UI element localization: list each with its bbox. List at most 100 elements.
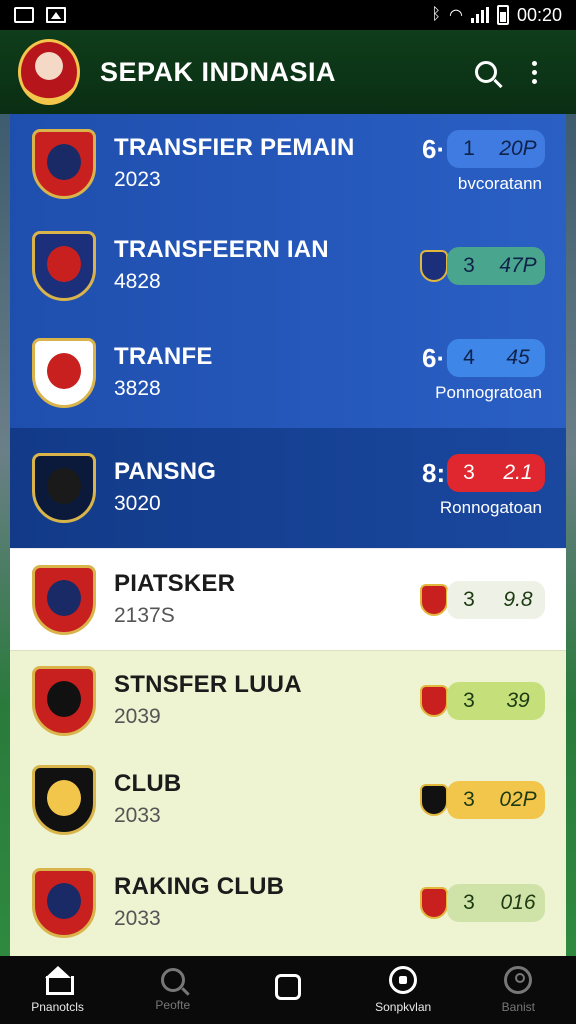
nav-football[interactable]: Sonpkvlan <box>348 966 458 1014</box>
status-time: 00:20 <box>516 4 562 25</box>
mini-crest-icon <box>420 784 448 816</box>
row-subtitle: bvcoratann <box>457 174 542 193</box>
nav-label: Pnanotcls <box>31 1000 84 1014</box>
score-pill[interactable]: 3 47P <box>447 247 545 285</box>
score-left: 3 <box>463 254 475 277</box>
search-icon <box>475 61 497 83</box>
score-right: 47P <box>499 254 537 277</box>
mini-crest-icon <box>420 685 448 717</box>
club-year: 3020 <box>114 492 161 515</box>
score-pill[interactable]: 3 016 <box>447 884 545 922</box>
mini-crest-icon <box>420 584 448 616</box>
score-right: 2.1 <box>503 461 533 484</box>
club-year: 2039 <box>114 705 161 728</box>
more-options-button[interactable] <box>510 48 558 96</box>
score-pill[interactable]: 3 9.8 <box>447 581 545 619</box>
search-icon <box>160 968 185 992</box>
nav-search[interactable]: Peofte <box>118 968 228 1012</box>
ranking-row[interactable]: TRANSFIER PEMAIN 2023 6· 1 20P bvcoratann <box>10 114 566 214</box>
mini-crest-icon <box>420 250 448 282</box>
club-crest-icon <box>32 765 96 835</box>
club-name: STNSFER LUUA <box>114 671 302 698</box>
ranking-row[interactable]: TRANFE 3828 6· 4 45 Ponnogratoan <box>10 318 566 428</box>
nav-home[interactable]: Pnanotcls <box>3 966 113 1014</box>
club-crest-icon <box>32 338 96 408</box>
score-pill[interactable]: 1 20P <box>447 130 545 168</box>
score-left: 3 <box>463 891 475 914</box>
stadium-background <box>0 114 10 956</box>
club-crest-icon <box>32 129 96 199</box>
score-left: 1 <box>463 137 475 160</box>
club-crest-icon <box>32 565 96 635</box>
score-right: 9.8 <box>503 588 533 611</box>
football-icon <box>389 966 418 994</box>
ranking-row[interactable]: CLUB 2033 3 02P <box>10 750 566 850</box>
rank-number: 6· <box>422 343 446 373</box>
club-name: TRANSFEERN IAN <box>114 236 329 263</box>
score-left: 3 <box>463 461 475 484</box>
ranking-row[interactable]: PIATSKER 2137S 3 9.8 <box>10 548 566 650</box>
club-year: 2023 <box>114 168 161 191</box>
club-name: PANSNG <box>114 458 217 485</box>
ranking-row[interactable]: STNSFER LUUA 2039 3 39 <box>10 650 566 750</box>
club-name: TRANFE <box>114 343 213 370</box>
row-subtitle: Ronnogatoan <box>439 498 542 517</box>
ranking-list: TRANSFIER PEMAIN 2023 6· 1 20P bvcoratann TRAN… <box>0 114 576 956</box>
score-right: 39 <box>506 689 530 712</box>
more-vert-icon <box>531 60 537 84</box>
score-left: 3 <box>463 788 475 811</box>
score-pill[interactable]: 3 39 <box>447 682 545 720</box>
row-subtitle: Ponnogratoan <box>435 383 542 402</box>
club-name: CLUB <box>114 770 182 797</box>
club-crest-icon <box>32 453 96 523</box>
ranking-row[interactable]: TRANSFEERN IAN 4828 3 47P <box>10 214 566 318</box>
score-left: 3 <box>463 689 475 712</box>
score-right: 20P <box>499 137 537 160</box>
score-right: 02P <box>499 788 537 811</box>
score-left: 3 <box>463 588 475 611</box>
club-year: 3828 <box>114 377 161 400</box>
club-name: PIATSKER <box>114 570 236 597</box>
rank-number: 6· <box>422 134 446 164</box>
nav-label: Peofte <box>155 998 191 1012</box>
nav-label: Sonpkvlan <box>375 1000 432 1014</box>
nav-profile[interactable]: Banist <box>463 966 573 1014</box>
ranking-row[interactable]: RAKING CLUB 2033 3 016 <box>10 850 566 956</box>
score-pill[interactable]: 3 2.1 <box>447 454 545 492</box>
app-bar: SEPAK INDNASIA <box>0 30 576 114</box>
home-icon <box>43 966 74 995</box>
mini-crest-icon <box>420 887 448 919</box>
signal-icon <box>470 7 489 23</box>
wifi-icon: ◠ <box>448 7 463 24</box>
profile-icon <box>504 966 533 994</box>
battery-icon <box>496 5 509 25</box>
image-icon <box>46 7 66 23</box>
club-year: 2033 <box>114 804 161 827</box>
app-logo <box>18 39 80 105</box>
club-year: 2137S <box>114 604 175 627</box>
nav-label: Banist <box>501 1000 536 1014</box>
club-crest-icon <box>32 666 96 736</box>
search-button[interactable] <box>462 48 510 96</box>
club-crest-icon <box>32 231 96 301</box>
bluetooth-icon: ᛒ <box>431 6 441 23</box>
club-year: 4828 <box>114 270 161 293</box>
bottom-navigation: Pnanotcls Peofte Sonpkvlan Banist <box>0 956 576 1024</box>
rank-number: 8: <box>422 458 446 488</box>
square-icon <box>274 974 301 1000</box>
stadium-background <box>566 114 576 956</box>
score-right: 45 <box>506 346 530 369</box>
club-crest-icon <box>32 868 96 938</box>
club-year: 2033 <box>114 907 161 930</box>
nav-center[interactable] <box>233 974 343 1006</box>
score-left: 4 <box>463 346 475 369</box>
club-name: RAKING CLUB <box>114 873 285 900</box>
notification-icon <box>14 7 34 23</box>
score-pill[interactable]: 3 02P <box>447 781 545 819</box>
club-name: TRANSFIER PEMAIN <box>114 134 355 161</box>
page-title: SEPAK INDNASIA <box>100 56 337 87</box>
status-bar: ᛒ ◠ 00:20 <box>0 0 576 30</box>
score-pill[interactable]: 4 45 <box>447 339 545 377</box>
ranking-row[interactable]: PANSNG 3020 8: 3 2.1 Ronnogatoan <box>10 428 566 548</box>
score-right: 016 <box>500 891 536 914</box>
